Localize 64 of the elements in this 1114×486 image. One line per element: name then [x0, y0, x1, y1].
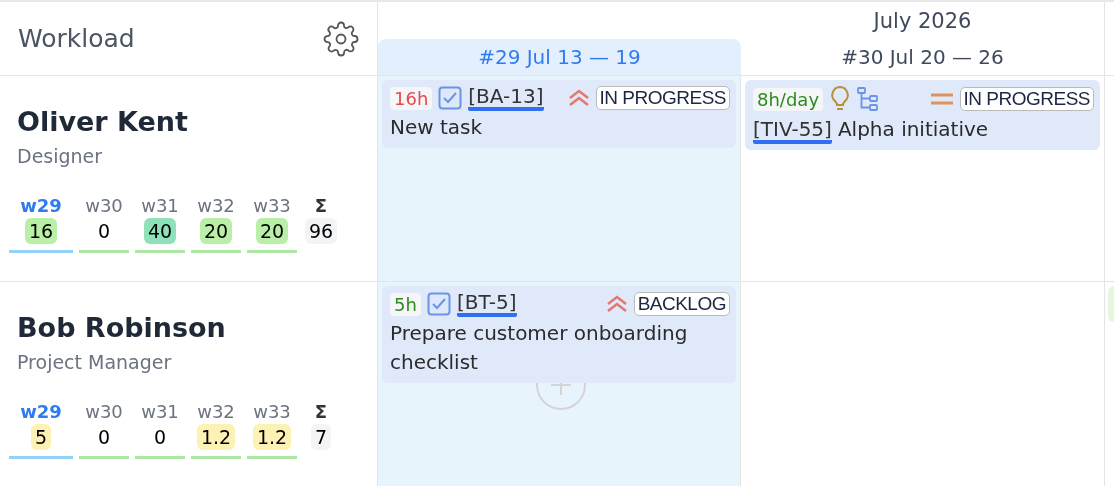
week-stat[interactable]: w32 1.2	[191, 401, 241, 459]
month-label: July 2026	[871, 9, 973, 33]
task-card[interactable]: 16h [BA-13] IN PROGRESS New task	[382, 80, 736, 148]
week-label: w33	[253, 401, 291, 422]
hours-value: 40	[143, 218, 177, 244]
total-value: 96	[304, 218, 338, 244]
hours-badge: 5h	[390, 292, 421, 316]
week-label: w32	[197, 195, 235, 216]
hours-badge: 16h	[390, 86, 433, 110]
week-label: w31	[141, 401, 179, 422]
task-card[interactable]	[1108, 286, 1114, 322]
person-name: Bob Robinson	[17, 312, 227, 343]
hours-value: 20	[199, 218, 233, 244]
week-label: w29	[20, 195, 62, 216]
week-stat[interactable]: w31 40	[135, 195, 185, 253]
week-stat[interactable]: w33 1.2	[247, 401, 297, 459]
checkbox-icon	[426, 292, 451, 316]
task-card[interactable]: 8h/day IN PROGRESS [TIV-55] Alpha initiative	[745, 80, 1100, 150]
week-header: #29 Jul 13 — 19	[378, 39, 741, 75]
week-stat[interactable]: w29 16	[9, 195, 73, 253]
hierarchy-icon	[857, 87, 880, 111]
week-stat[interactable]: w29 5	[9, 401, 73, 459]
sum-label: Σ	[314, 401, 328, 422]
week-label: w33	[253, 195, 291, 216]
task-card[interactable]: 5h [BT-5] BACKLOG Prepare customer onboarding checklist	[382, 286, 736, 383]
hours-value: 1.2	[196, 424, 236, 450]
hours-value: 20	[255, 218, 289, 244]
week-label: w30	[85, 195, 123, 216]
week-label: w30	[85, 401, 123, 422]
status-badge: IN PROGRESS	[595, 86, 730, 110]
task-key-link[interactable]: [TIV-55]	[753, 118, 832, 144]
hours-value: 1.2	[252, 424, 292, 450]
task-key-link[interactable]: [BA-13]	[468, 85, 544, 111]
add-button[interactable]	[535, 383, 587, 411]
week-label: w29	[20, 401, 62, 422]
person-name: Oliver Kent	[17, 106, 189, 137]
hours-value: 0	[152, 425, 168, 450]
hours-value: 16	[24, 218, 58, 244]
hours-value: 0	[96, 425, 112, 450]
hours-value: 0	[96, 219, 112, 244]
week-label: w31	[141, 195, 179, 216]
task-key-link[interactable]: [BT-5]	[456, 291, 517, 317]
week-header: #30 Jul 20 — 26	[840, 44, 1005, 71]
task-title: New task	[390, 114, 484, 141]
week-stat[interactable]: w32 20	[191, 195, 241, 253]
week-label: w32	[197, 401, 235, 422]
settings-icon[interactable]	[323, 20, 359, 57]
status-badge: IN PROGRESS	[959, 87, 1094, 111]
total-value: 7	[310, 424, 332, 450]
page-title: Workload	[18, 24, 135, 53]
week-stat[interactable]: w30 0	[79, 401, 129, 459]
checkbox-icon	[438, 86, 463, 110]
task-title: Prepare customer onboarding checklist	[390, 320, 689, 376]
person-role: Project Manager	[17, 351, 173, 373]
sum-label: Σ	[314, 195, 328, 216]
task-title: Alpha initiative	[837, 116, 989, 143]
hours-value: 5	[30, 424, 52, 450]
status-badge: BACKLOG	[633, 292, 730, 316]
hours-badge: 8h/day	[753, 87, 824, 111]
lightbulb-icon	[829, 85, 852, 113]
person-role: Designer	[17, 145, 104, 167]
week-stat[interactable]: w33 20	[247, 195, 297, 253]
week-stat[interactable]: w31 0	[135, 401, 185, 459]
week-stat[interactable]: w30 0	[79, 195, 129, 253]
